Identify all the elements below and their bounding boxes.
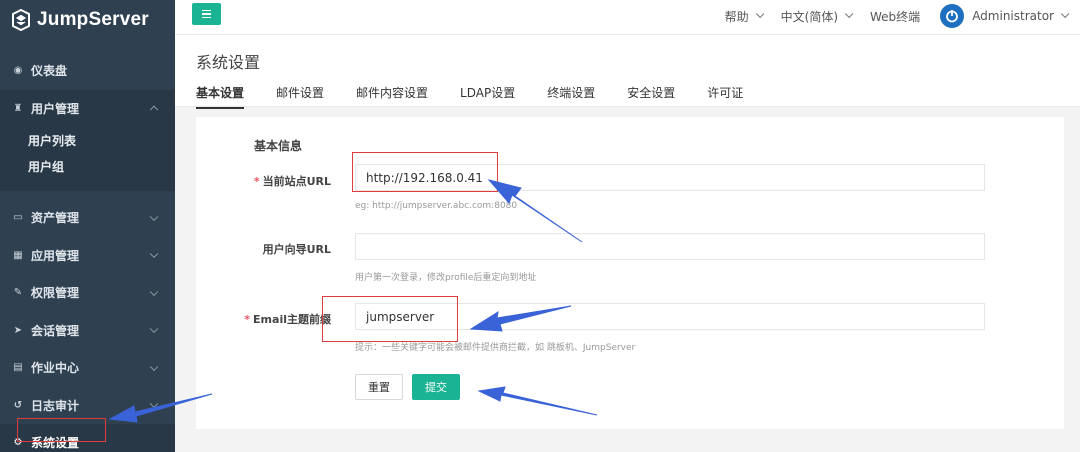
chevron-down-icon — [149, 249, 159, 259]
avatar — [940, 4, 965, 28]
site-url-hint: eg: http://jumpserver.abc.com:8080 — [355, 201, 518, 211]
app-name: JumpServer — [37, 9, 149, 30]
tab-security[interactable]: 安全设置 — [627, 84, 675, 109]
page-title: 系统设置 — [196, 53, 261, 72]
sidebar-item-jobs[interactable]: ▤ 作业中心 — [0, 349, 175, 387]
tab-basic[interactable]: 基本设置 — [196, 84, 245, 109]
chevron-down-icon — [149, 399, 159, 409]
sidebar-item-audit[interactable]: ↺ 日志审计 — [0, 387, 175, 425]
site-url-input[interactable]: http://192.168.0.41 — [355, 164, 985, 191]
email-prefix-input[interactable]: jumpserver — [355, 303, 985, 330]
app-logo[interactable]: JumpServer — [0, 0, 175, 40]
sidebar-item-label: 资产管理 — [31, 211, 80, 226]
site-url-label: * 当前站点URL — [253, 175, 331, 188]
language-label: 中文(简体) — [780, 9, 839, 24]
sidebar: JumpServer ◉ 仪表盘 ♜ 用户管理 用户列表 用户组 ▭ 资产管理 … — [0, 0, 175, 452]
language-dropdown[interactable]: 中文(简体) — [780, 8, 854, 25]
sidebar-item-label: 日志审计 — [31, 398, 80, 413]
chevron-down-icon — [844, 9, 854, 19]
toggle-sidebar-button[interactable] — [192, 3, 221, 25]
sidebar-nav: ◉ 仪表盘 ♜ 用户管理 用户列表 用户组 ▭ 资产管理 ▦ 应用管理 ✎ 权限… — [0, 52, 175, 452]
jumpserver-logo-icon — [10, 9, 32, 31]
sidebar-subitem-user-group[interactable]: 用户组 — [0, 153, 175, 179]
top-right-menu: 帮助 中文(简体) Web终端 Administrator — [724, 0, 1070, 32]
top-navbar: 帮助 中文(简体) Web终端 Administrator — [175, 0, 1080, 35]
history-icon: ↺ — [13, 399, 23, 411]
chevron-down-icon — [149, 212, 159, 221]
apps-icon: ▦ — [13, 249, 23, 261]
sidebar-group-users: ♜ 用户管理 用户列表 用户组 — [0, 89, 175, 191]
chevron-up-icon — [149, 105, 159, 115]
page-header: 系统设置 基本设置 邮件设置 邮件内容设置 LDAP设置 终端设置 安全设置 许… — [175, 35, 1080, 109]
chevron-down-icon — [1060, 9, 1070, 19]
dashboard-icon: ◉ — [13, 65, 23, 77]
job-icon: ▤ — [13, 362, 23, 374]
reset-button[interactable]: 重置 — [355, 374, 403, 400]
sidebar-item-permissions[interactable]: ✎ 权限管理 — [0, 274, 175, 312]
edit-icon: ✎ — [13, 287, 23, 299]
gears-icon: ⚙ — [13, 437, 23, 449]
sidebar-item-dashboard[interactable]: ◉ 仪表盘 — [0, 52, 175, 90]
guide-url-input[interactable] — [355, 233, 985, 260]
tab-license[interactable]: 许可证 — [707, 84, 743, 109]
sidebar-item-assets[interactable]: ▭ 资产管理 — [0, 199, 175, 237]
sidebar-item-label: 作业中心 — [31, 361, 80, 376]
chevron-down-icon — [755, 9, 765, 19]
sidebar-item-users[interactable]: ♜ 用户管理 — [0, 90, 175, 128]
username-label: Administrator — [972, 9, 1054, 23]
rocket-icon: ➤ — [13, 324, 23, 336]
sidebar-subitem-user-list[interactable]: 用户列表 — [0, 127, 175, 153]
sidebar-item-label: 会话管理 — [31, 323, 80, 338]
guide-url-hint: 用户第一次登录，修改profile后重定向到地址 — [355, 273, 537, 283]
laptop-icon: ▭ — [13, 212, 23, 224]
tab-terminal[interactable]: 终端设置 — [547, 84, 595, 109]
web-terminal-label: Web终端 — [870, 9, 921, 24]
sidebar-item-label: 系统设置 — [31, 436, 80, 451]
user-dropdown[interactable]: Administrator — [940, 4, 1070, 28]
email-prefix-hint: 提示：一些关键字可能会被邮件提供商拦截，如 跳板机、JumpServer — [355, 343, 636, 353]
help-label: 帮助 — [724, 9, 749, 24]
tab-email-content[interactable]: 邮件内容设置 — [356, 84, 428, 109]
tab-email[interactable]: 邮件设置 — [276, 84, 324, 109]
sidebar-item-label: 仪表盘 — [31, 64, 68, 79]
basic-settings-form: 基本信息 * 当前站点URL http://192.168.0.41 eg: ht… — [196, 117, 1064, 429]
chevron-down-icon — [149, 324, 159, 334]
section-title: 基本信息 — [254, 139, 303, 153]
sidebar-item-label: 应用管理 — [31, 248, 80, 263]
sidebar-item-sessions[interactable]: ➤ 会话管理 — [0, 312, 175, 350]
guide-url-label: 用户向导URL — [262, 243, 331, 256]
sidebar-item-label: 用户管理 — [31, 101, 80, 116]
sidebar-item-settings[interactable]: ⚙ 系统设置 — [0, 424, 175, 452]
web-terminal-link[interactable]: Web终端 — [870, 8, 920, 25]
users-icon: ♜ — [13, 102, 23, 114]
help-dropdown[interactable]: 帮助 — [724, 8, 765, 25]
submit-button[interactable]: 提交 — [412, 374, 460, 400]
settings-tabs: 基本设置 邮件设置 邮件内容设置 LDAP设置 终端设置 安全设置 许可证 — [196, 84, 775, 109]
tab-ldap[interactable]: LDAP设置 — [460, 84, 515, 109]
user-submenu: 用户列表 用户组 — [0, 127, 175, 191]
chevron-down-icon — [149, 362, 159, 371]
sidebar-item-label: 权限管理 — [31, 286, 80, 301]
sidebar-item-applications[interactable]: ▦ 应用管理 — [0, 237, 175, 275]
chevron-down-icon — [149, 287, 159, 296]
email-prefix-label: * Email主题前缀 — [244, 313, 331, 326]
